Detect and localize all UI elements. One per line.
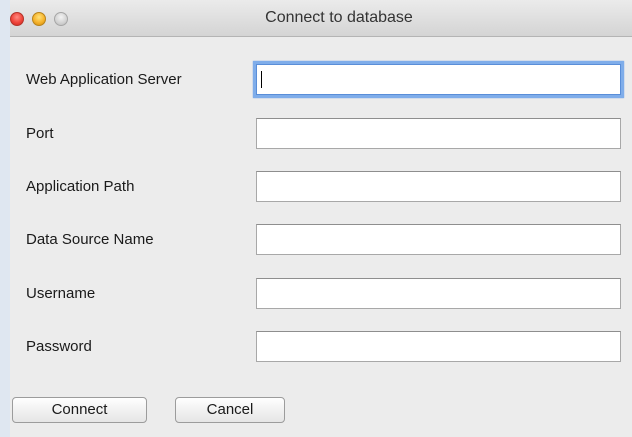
- username-label: Username: [26, 285, 96, 302]
- data-source-name-label: Data Source Name: [26, 231, 154, 248]
- data-source-name-row: Data Source Name: [10, 224, 632, 256]
- port-label: Port: [26, 125, 54, 142]
- username-row: Username: [10, 278, 632, 310]
- password-input[interactable]: [256, 331, 621, 362]
- username-input[interactable]: [256, 278, 621, 309]
- application-path-input[interactable]: [256, 171, 621, 202]
- port-row: Port: [10, 118, 632, 150]
- connect-button[interactable]: Connect: [12, 397, 147, 423]
- connect-dialog: Connect to database Web Application Serv…: [10, 0, 632, 437]
- application-path-row: Application Path: [10, 171, 632, 203]
- password-row: Password: [10, 331, 632, 363]
- password-label: Password: [26, 338, 92, 355]
- text-caret: [261, 71, 262, 88]
- application-path-label: Application Path: [26, 178, 135, 195]
- data-source-name-input[interactable]: [256, 224, 621, 255]
- cancel-button[interactable]: Cancel: [175, 397, 285, 423]
- port-input[interactable]: [256, 118, 621, 149]
- web-application-server-label: Web Application Server: [26, 71, 182, 88]
- web-application-server-input[interactable]: [256, 64, 621, 95]
- title-bar[interactable]: Connect to database: [10, 0, 632, 37]
- web-application-server-row: Web Application Server: [10, 64, 632, 96]
- window-title: Connect to database: [265, 9, 413, 26]
